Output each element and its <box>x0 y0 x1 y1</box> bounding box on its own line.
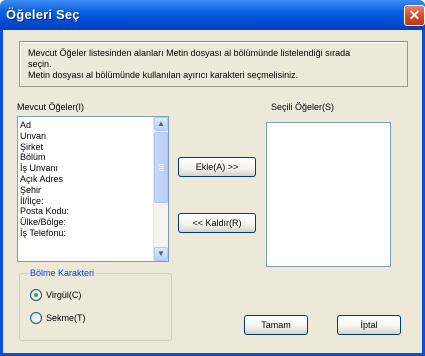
selected-items-label: Seçili Öğeler(S) <box>271 102 334 112</box>
list-item[interactable]: Bölüm <box>20 152 69 163</box>
scroll-thumb[interactable] <box>154 132 168 203</box>
available-items-list: Ad Unvan Şirket Bölüm İş Unvanı Açık Adres Şeh… <box>20 120 69 239</box>
radio-comma-label: Virgül(C) <box>46 290 82 300</box>
up-arrow-icon: ▲ <box>157 119 165 128</box>
close-icon: ✕ <box>408 7 421 23</box>
ok-button-label: Tamam <box>261 320 291 330</box>
cancel-button[interactable]: İptal <box>337 315 401 335</box>
list-item[interactable]: Ad <box>20 120 69 131</box>
selected-items-label-text: Seçili Öğeler(S) <box>271 102 335 112</box>
separator-group-title: Bölme Karakteri <box>28 268 97 278</box>
thumb-grip <box>159 164 164 165</box>
available-items-scrollbar[interactable]: ▲ ▼ <box>153 117 168 261</box>
list-item[interactable]: Unvan <box>20 131 69 142</box>
available-items-label: Mevcut Öğeler(I) <box>17 102 84 112</box>
thumb-grip <box>159 168 164 169</box>
radio-selected-dot <box>34 293 38 297</box>
info-panel: Mevcut Öğeler listesinden alanları Metin… <box>19 41 408 87</box>
thumb-grip <box>159 170 164 171</box>
dialog-window: Öğeleri Seç ✕ Mevcut Öğeler listesinden … <box>0 0 425 356</box>
available-items-listbox[interactable]: Ad Unvan Şirket Bölüm İş Unvanı Açık Adres Şeh… <box>17 116 169 262</box>
separator-group: Bölme Karakteri <box>19 268 172 341</box>
ok-button[interactable]: Tamam <box>244 315 308 335</box>
add-button[interactable]: Ekle(A) >> <box>178 157 256 177</box>
cancel-button-label: İptal <box>360 320 378 330</box>
list-item[interactable]: Açık Adres <box>20 174 69 185</box>
scroll-up-button[interactable]: ▲ <box>154 117 168 131</box>
scroll-down-button[interactable]: ▼ <box>154 247 168 261</box>
info-line-3: Metin dosyası al bölümünde kullanılan ay… <box>28 70 299 80</box>
info-line-2: seçin. <box>28 59 52 69</box>
dialog-body: Mevcut Öğeler listesinden alanları Metin… <box>3 30 422 353</box>
title-bar[interactable]: Öğeleri Seç ✕ <box>0 0 425 30</box>
list-item[interactable]: Şirket <box>20 142 69 153</box>
available-items-label-text: Mevcut Öğeler(I) <box>17 102 85 112</box>
info-line-1: Mevcut Öğeler listesinden alanları Metin… <box>28 48 351 58</box>
list-item[interactable]: İş Unvanı <box>20 163 69 174</box>
window-title: Öğeleri Seç <box>6 7 80 22</box>
thumb-grip <box>159 166 164 167</box>
remove-button-label: << Kaldır(R) <box>192 218 242 228</box>
down-arrow-icon: ▼ <box>157 249 165 258</box>
close-button[interactable]: ✕ <box>404 5 425 26</box>
list-item[interactable]: İş Telefonu: <box>20 228 69 239</box>
list-item[interactable]: Posta Kodu: <box>20 206 69 217</box>
add-button-label: Ekle(A) >> <box>195 162 239 172</box>
list-item[interactable]: Ülke/Bölge: <box>20 217 69 228</box>
radio-comma-circle[interactable] <box>30 289 42 301</box>
list-item[interactable]: Şehir <box>20 185 69 196</box>
selected-items-listbox[interactable] <box>266 122 391 267</box>
list-item[interactable]: İl/İlçe: <box>20 196 69 207</box>
radio-tab-circle[interactable] <box>30 312 42 324</box>
radio-tab-label: Sekme(T) <box>46 313 86 323</box>
remove-button[interactable]: << Kaldır(R) <box>178 213 256 233</box>
